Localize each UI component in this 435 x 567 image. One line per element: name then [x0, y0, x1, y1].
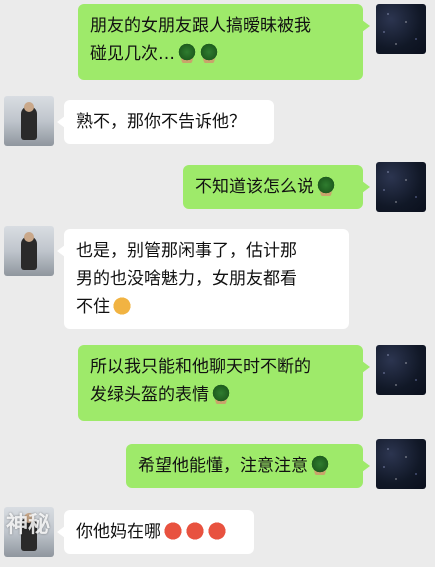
self-avatar[interactable]: [376, 439, 426, 489]
message-5-line-2: 发绿头盔的表情: [90, 381, 351, 409]
message-6-line-1: 希望他能懂，注意注意: [138, 452, 351, 480]
turtle-icon: [199, 43, 219, 63]
turtle-icon: [316, 176, 336, 196]
turtle-icon: [310, 455, 330, 475]
self-avatar[interactable]: [376, 162, 426, 212]
message-4-line-3: 不住: [76, 293, 337, 321]
avatar-head: [24, 232, 34, 242]
message-7-line-1: 你他妈在哪: [76, 518, 242, 546]
message-1-line-2: 碰见几次…: [90, 40, 351, 68]
grinning-face-icon: [112, 296, 132, 316]
message-5-line-1: 所以我只能和他聊天时不断的: [90, 357, 311, 377]
turtle-icon: [177, 43, 197, 63]
message-bubble-3[interactable]: 不知道该怎么说: [183, 165, 370, 209]
angry-face-icon: [207, 521, 227, 541]
message-bubble-5[interactable]: 所以我只能和他聊天时不断的 发绿头盔的表情: [78, 345, 370, 421]
message-bubble-7[interactable]: 你他妈在哪: [57, 510, 254, 554]
message-4-line-2: 男的也没啥魅力，女朋友都看: [76, 269, 297, 289]
message-4-line-1: 也是，别管那闲事了，估计那: [76, 241, 297, 261]
message-3-line-1: 不知道该怎么说: [195, 173, 351, 201]
message-bubble-1[interactable]: 朋友的女朋友跟人搞暧昧被我 碰见几次…: [78, 4, 370, 80]
friend-avatar[interactable]: [4, 226, 54, 276]
message-1-line-1: 朋友的女朋友跟人搞暧昧被我: [90, 16, 311, 36]
message-2-line-1: 熟不，那你不告诉他？: [76, 112, 246, 132]
self-avatar[interactable]: [376, 345, 426, 395]
message-bubble-6[interactable]: 希望他能懂，注意注意: [126, 444, 370, 488]
angry-face-icon: [163, 521, 183, 541]
message-bubble-4[interactable]: 也是，别管那闲事了，估计那 男的也没啥魅力，女朋友都看 不住: [57, 229, 349, 329]
friend-avatar[interactable]: [4, 96, 54, 146]
avatar-head: [24, 102, 34, 112]
self-avatar[interactable]: [376, 4, 426, 54]
turtle-icon: [211, 384, 231, 404]
angry-face-icon: [185, 521, 205, 541]
message-bubble-2[interactable]: 熟不，那你不告诉他？: [57, 100, 274, 144]
watermark: 神秘: [6, 513, 51, 538]
